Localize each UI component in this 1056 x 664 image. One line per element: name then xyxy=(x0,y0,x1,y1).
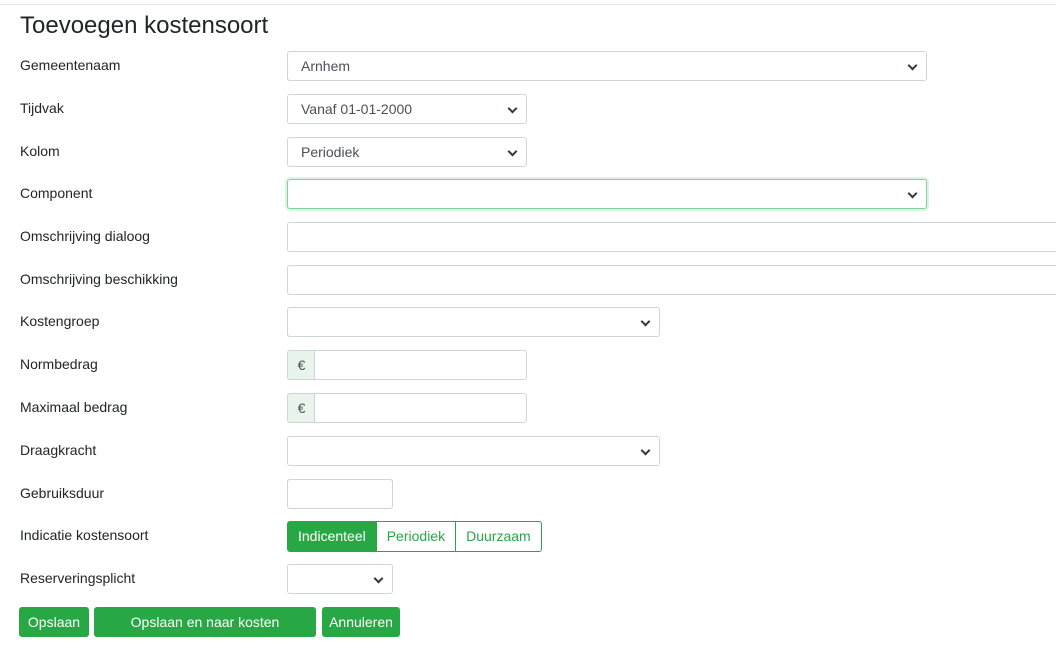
indicatie-kostensoort-toggle-group: Indicenteel Periodiek Duurzaam xyxy=(287,521,542,552)
kostengroep-select[interactable] xyxy=(287,307,660,337)
omschrijving-beschikking-label: Omschrijving beschikking xyxy=(20,271,178,287)
gemeentenaam-select[interactable]: Arnhem xyxy=(287,51,927,81)
cancel-button[interactable]: Annuleren xyxy=(322,607,400,637)
omschrijving-dialoog-input[interactable] xyxy=(287,222,1056,252)
euro-icon: € xyxy=(287,350,315,380)
top-divider xyxy=(0,4,1056,5)
indicatie-kostensoort-label: Indicatie kostensoort xyxy=(20,527,149,543)
normbedrag-input[interactable] xyxy=(314,350,527,380)
kolom-value: Periodiek xyxy=(301,144,360,160)
indicatie-option-duurzaam[interactable]: Duurzaam xyxy=(455,521,542,552)
chevron-down-icon xyxy=(907,188,918,199)
tijdvak-label: Tijdvak xyxy=(20,100,64,116)
normbedrag-label: Normbedrag xyxy=(20,356,98,372)
reserveringsplicht-label: Reserveringsplicht xyxy=(20,570,136,586)
row-component: Component xyxy=(0,179,1056,209)
component-select[interactable] xyxy=(287,179,927,209)
row-omschrijving-beschikking: Omschrijving beschikking xyxy=(0,265,1056,295)
chevron-down-icon xyxy=(640,316,651,327)
gemeentenaam-label: Gemeentenaam xyxy=(20,57,121,73)
tijdvak-value: Vanaf 01-01-2000 xyxy=(301,101,413,117)
gebruiksduur-input[interactable] xyxy=(287,479,393,509)
chevron-down-icon xyxy=(640,445,651,456)
maximaal-bedrag-label: Maximaal bedrag xyxy=(20,399,128,415)
component-label: Component xyxy=(20,185,93,201)
kolom-label: Kolom xyxy=(20,143,60,159)
chevron-down-icon xyxy=(907,60,918,71)
row-indicatie-kostensoort: Indicatie kostensoort Indicenteel Period… xyxy=(0,521,1056,552)
indicatie-option-indicenteel[interactable]: Indicenteel xyxy=(287,521,377,552)
gemeentenaam-value: Arnhem xyxy=(301,58,351,74)
tijdvak-select[interactable]: Vanaf 01-01-2000 xyxy=(287,94,527,124)
row-reserveringsplicht: Reserveringsplicht xyxy=(0,564,1056,594)
save-button[interactable]: Opslaan xyxy=(19,607,89,637)
row-kostengroep: Kostengroep xyxy=(0,307,1056,337)
euro-icon: € xyxy=(287,393,315,423)
kolom-select[interactable]: Periodiek xyxy=(287,137,527,167)
chevron-down-icon xyxy=(507,146,518,157)
row-gemeentenaam: Gemeentenaam Arnhem xyxy=(0,51,1056,81)
row-kolom: Kolom Periodiek xyxy=(0,137,1056,167)
normbedrag-input-group: € xyxy=(287,350,527,380)
kostengroep-label: Kostengroep xyxy=(20,313,100,329)
omschrijving-beschikking-input[interactable] xyxy=(287,265,1056,295)
chevron-down-icon xyxy=(373,573,384,584)
row-maximaal-bedrag: Maximaal bedrag € xyxy=(0,393,1056,423)
row-gebruiksduur: Gebruiksduur xyxy=(0,479,1056,509)
row-omschrijving-dialoog: Omschrijving dialoog xyxy=(0,222,1056,252)
chevron-down-icon xyxy=(507,103,518,114)
row-normbedrag: Normbedrag € xyxy=(0,350,1056,380)
row-tijdvak: Tijdvak Vanaf 01-01-2000 xyxy=(0,94,1056,124)
maximaal-bedrag-input-group: € xyxy=(287,393,527,423)
gebruiksduur-label: Gebruiksduur xyxy=(20,485,105,501)
reserveringsplicht-select[interactable] xyxy=(287,564,393,594)
indicatie-option-periodiek[interactable]: Periodiek xyxy=(375,521,457,552)
save-and-go-to-cost-parts-button[interactable]: Opslaan en naar kosten onderdelen xyxy=(94,607,316,658)
draagkracht-label: Draagkracht xyxy=(20,442,97,458)
page-title: Toevoegen kostensoort xyxy=(20,12,269,39)
omschrijving-dialoog-label: Omschrijving dialoog xyxy=(20,228,150,244)
row-draagkracht: Draagkracht xyxy=(0,436,1056,466)
draagkracht-select[interactable] xyxy=(287,436,660,466)
maximaal-bedrag-input[interactable] xyxy=(314,393,527,423)
